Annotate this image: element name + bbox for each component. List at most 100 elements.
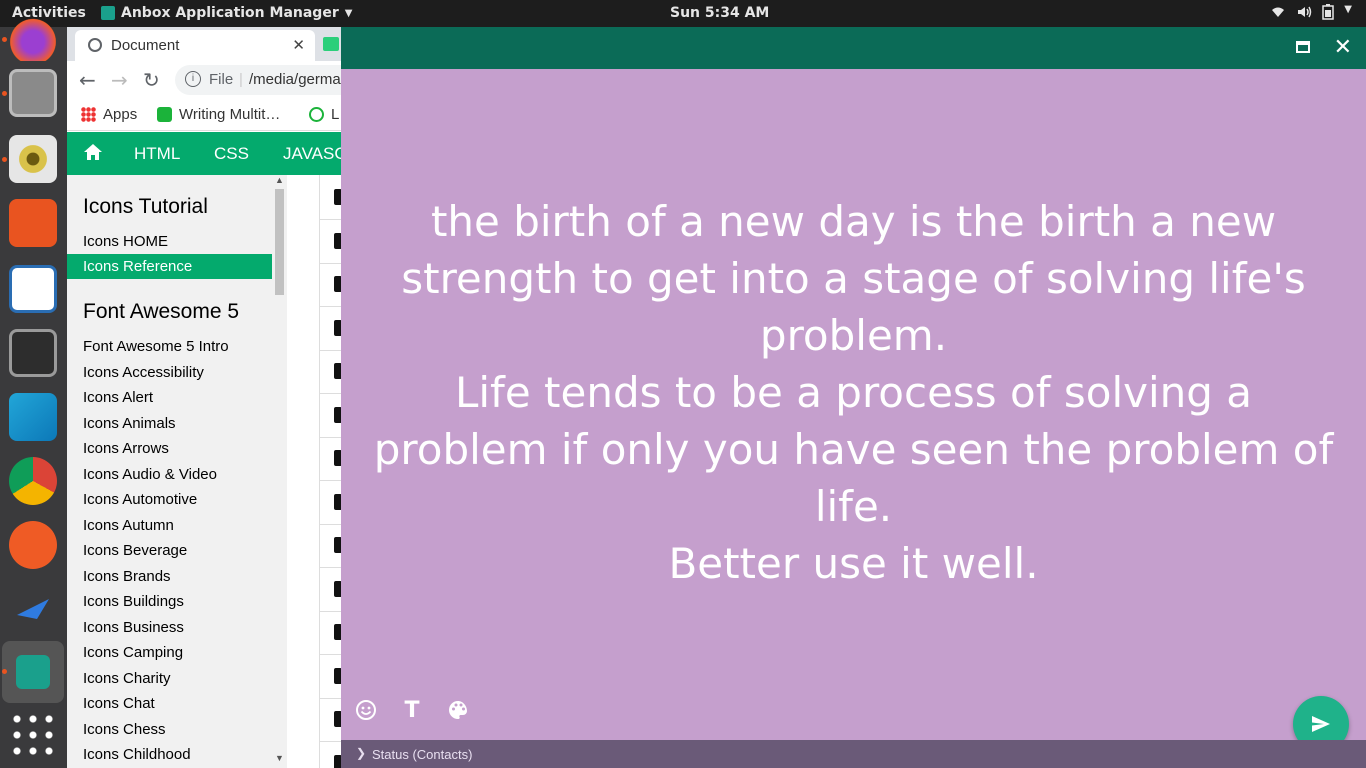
home-icon[interactable] <box>83 143 103 161</box>
scroll-down-icon[interactable]: ▼ <box>275 753 284 763</box>
status-line: Life tends to be a process of solving a <box>454 368 1253 417</box>
chevron-down-icon: ▼ <box>344 7 353 19</box>
close-tab-icon[interactable]: ✕ <box>292 36 305 54</box>
sidebar-heading: Icons Tutorial <box>83 195 208 218</box>
table-row-divider <box>320 436 341 438</box>
bookmark-label: L <box>331 106 340 123</box>
maximize-button[interactable] <box>1296 41 1310 53</box>
sidebar-item[interactable]: Icons Business <box>83 619 184 636</box>
tab-document[interactable]: Document ✕ <box>75 30 315 61</box>
chevron-down-icon: ▼ <box>1344 4 1352 15</box>
table-row-divider <box>320 567 341 568</box>
sidebar-item[interactable]: Icons Alert <box>83 389 153 406</box>
battery-icon <box>1322 4 1335 20</box>
composer-tools: T <box>355 698 469 723</box>
software-center-icon[interactable] <box>9 199 57 247</box>
postman-icon[interactable] <box>9 521 57 569</box>
status-line: the birth of a new day is the birth a ne… <box>430 197 1277 246</box>
sidebar-item[interactable]: Icons Autumn <box>83 517 174 534</box>
scroll-up-icon[interactable]: ▲ <box>275 175 284 185</box>
nav-css[interactable]: CSS <box>214 144 249 164</box>
sidebar-item[interactable]: Font Awesome 5 Intro <box>83 338 229 355</box>
bookmark-favicon <box>157 107 172 122</box>
sidebar-item[interactable]: Icons Animals <box>83 415 176 432</box>
sidebar-item[interactable]: Icons Audio & Video <box>83 466 217 483</box>
wifi-icon <box>1272 7 1285 17</box>
sidebar-item[interactable]: Icons Childhood <box>83 746 191 763</box>
tab-2-favicon[interactable] <box>323 37 339 51</box>
sidebar-item[interactable]: Icons Chess <box>83 721 166 738</box>
sidebar-item[interactable]: Icons Arrows <box>83 440 169 457</box>
apps-grid-icon <box>81 107 96 122</box>
reload-button[interactable]: ↻ <box>143 68 160 92</box>
bookmark-writing[interactable]: Writing Multit… <box>157 106 280 123</box>
sidebar-item[interactable]: Icons Brands <box>83 568 171 585</box>
sidebar-item[interactable]: Icons Charity <box>83 670 171 687</box>
nav-javascript[interactable]: JAVASC <box>283 144 341 164</box>
dock <box>0 13 67 768</box>
icon-glyph <box>334 537 341 553</box>
rhythmbox-icon[interactable] <box>9 135 57 183</box>
bookmark-favicon <box>309 107 324 122</box>
scrollbar-thumb[interactable] <box>275 189 284 295</box>
bookmark-label: Writing Multit… <box>179 106 281 123</box>
running-indicator <box>2 157 7 162</box>
clock[interactable]: Sun 5:34 AM <box>670 5 769 21</box>
table-row-divider <box>320 480 341 481</box>
send-icon <box>1312 716 1330 732</box>
bookmark-l[interactable]: L <box>309 106 339 123</box>
app-menu[interactable]: Anbox Application Manager ▼ <box>101 5 352 21</box>
status-line: strength to get into a stage of solving … <box>401 254 1306 303</box>
top-bar: Activities Anbox Application Manager ▼ S… <box>0 0 1366 27</box>
anbox-window: ✕ the birth of a new day is the birth a … <box>341 27 1366 768</box>
firefox-icon[interactable] <box>9 13 57 61</box>
bookmark-apps[interactable]: Apps <box>81 106 137 123</box>
text-style-icon[interactable]: T <box>401 698 423 723</box>
emoji-icon[interactable] <box>355 699 377 721</box>
system-tray[interactable]: ▼ <box>1270 4 1352 20</box>
bookmarks-bar: Apps Writing Multit… L <box>67 99 341 131</box>
icon-glyph <box>334 406 341 423</box>
chrome-icon[interactable] <box>9 457 57 505</box>
url-text: /media/german <box>249 71 341 88</box>
sidebar-item[interactable]: Icons Camping <box>83 644 183 661</box>
icon-glyph <box>334 667 341 684</box>
back-button[interactable]: ← <box>79 68 96 92</box>
forward-button[interactable]: → <box>111 68 128 92</box>
globe-icon <box>88 38 102 52</box>
sidebar-item-icons-reference[interactable]: Icons Reference <box>67 254 272 279</box>
anbox-icon[interactable] <box>2 641 64 703</box>
volume-icon <box>1298 6 1312 18</box>
vscode-icon[interactable] <box>9 393 57 441</box>
scheme-label: File <box>209 71 234 88</box>
info-icon[interactable]: i <box>185 71 201 87</box>
files-icon[interactable] <box>9 69 57 117</box>
address-bar[interactable]: i File | /media/german <box>175 65 341 95</box>
status-text[interactable]: the birth of a new day is the birth a ne… <box>361 193 1346 592</box>
close-button[interactable]: ✕ <box>1334 35 1352 60</box>
status-bar[interactable]: ❯ Status (Contacts) <box>341 740 1366 768</box>
sidebar-item[interactable]: Icons Automotive <box>83 491 197 508</box>
bookmark-label: Apps <box>103 106 138 123</box>
writer-icon[interactable] <box>9 265 57 313</box>
table-row-divider <box>320 349 341 351</box>
table-row-divider <box>320 741 341 742</box>
sidebar-scrollbar[interactable]: ▲ ▼ <box>272 175 287 768</box>
icon-table <box>319 175 341 768</box>
sidebar-item[interactable]: Icons Buildings <box>83 593 184 610</box>
running-indicator <box>2 37 7 42</box>
status-line: life. <box>814 482 893 531</box>
table-row-divider <box>320 219 341 220</box>
sidebar-item[interactable]: Icons Accessibility <box>83 364 204 381</box>
nav-html[interactable]: HTML <box>134 144 180 164</box>
status-line: problem if only you have seen the proble… <box>373 425 1334 474</box>
status-bar-label: Status (Contacts) <box>372 747 473 762</box>
sidebar-item-icons-home[interactable]: Icons HOME <box>83 233 168 250</box>
sidebar-item[interactable]: Icons Beverage <box>83 542 187 559</box>
terminal-icon[interactable] <box>9 329 57 377</box>
kingfisher-icon[interactable] <box>9 585 57 633</box>
sidebar-item[interactable]: Icons Chat <box>83 695 155 712</box>
palette-icon[interactable] <box>447 699 469 721</box>
app-grid-icon[interactable] <box>9 711 57 759</box>
content-area <box>287 175 341 768</box>
